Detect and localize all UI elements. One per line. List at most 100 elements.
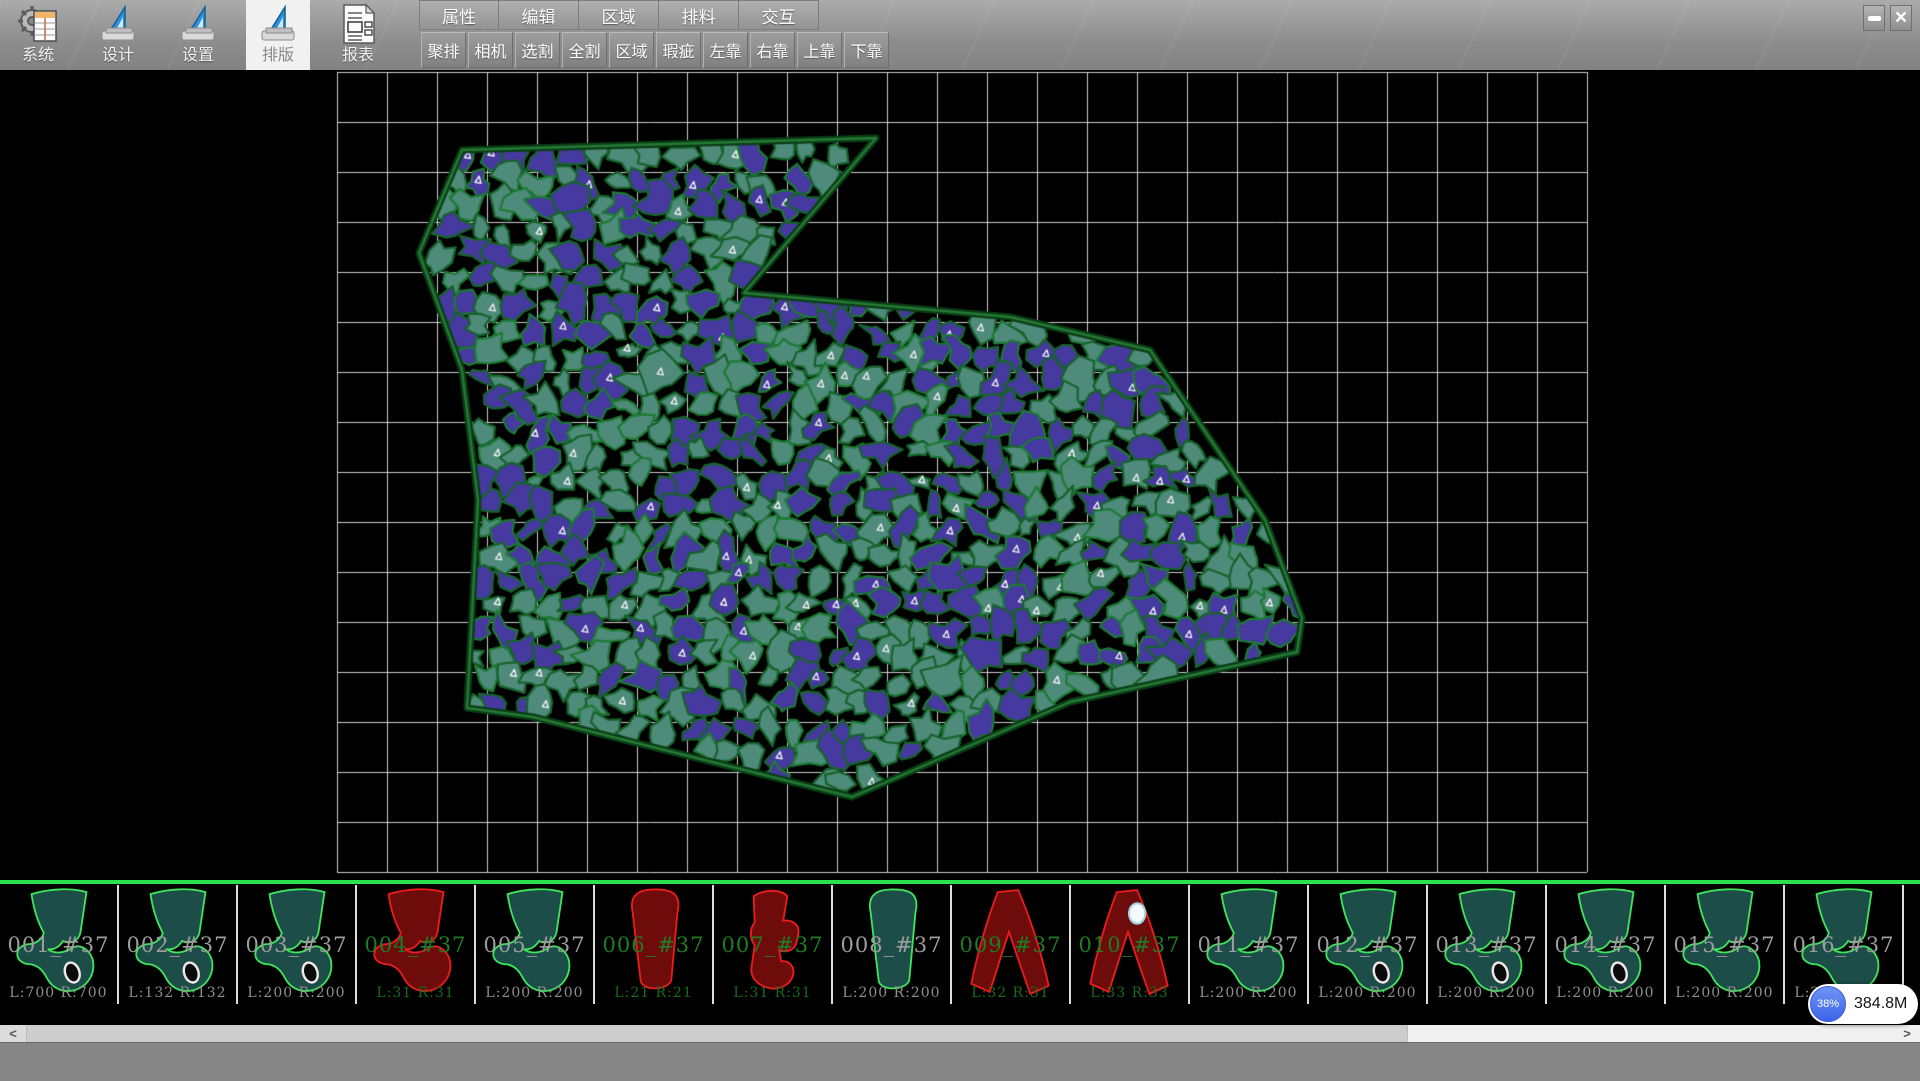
button-align-bottom[interactable]: 下靠 [844,32,889,68]
scroll-left-arrow-icon[interactable]: < [0,1025,26,1042]
horizontal-scrollbar[interactable]: < > [0,1025,1920,1042]
tab-nesting[interactable]: 排料 [659,0,739,30]
titlebar: 系统 设计 设置 [0,0,1920,71]
design-ruler-icon [98,2,138,46]
piece-hole [1129,903,1145,923]
piece-thumbnail[interactable]: 015_#37 L:200 R:200 [1666,885,1785,1004]
piece-id-label: 014_#37 [1547,933,1664,957]
scroll-right-arrow-icon[interactable]: > [1894,1025,1920,1042]
progress-percent-badge: 38% [1810,986,1846,1022]
piece-count-label: L:700 R:700 [0,985,117,1001]
settings-ruler-icon [178,2,218,46]
nesting-workspace [0,70,1920,880]
toolbar-item-nesting[interactable]: 排版 [246,0,310,70]
toolbar-item-label: 设置 [182,46,214,66]
piece-list-strip: 001_#37L:700 R:700002_#37L:132 R:132003_… [0,880,1920,1025]
piece-id-label: 004_#37 [357,933,474,957]
minimize-button[interactable] [1863,5,1885,31]
toolbar-item-label: 排版 [262,46,294,66]
button-align-right[interactable]: 右靠 [750,32,795,68]
piece-thumbnail[interactable]: 010_#37 L:33 R:33 [1071,885,1190,1004]
tab-properties[interactable]: 属性 [419,0,499,30]
button-cut-selected[interactable]: 选割 [515,32,560,68]
toolbar-item-label: 系统 [22,46,54,66]
piece-count-label: L:200 R:200 [238,985,355,1001]
button-align-top[interactable]: 上靠 [797,32,842,68]
piece-count-label: L:132 R:132 [119,985,236,1001]
toolbar-item-design[interactable]: 设计 [86,0,150,70]
piece-count-label: L:200 R:200 [1190,985,1307,1001]
piece-thumbnail[interactable]: 001_#37 L:700 R:700 [0,885,119,1004]
piece-count-label: L:200 R:200 [1547,985,1664,1001]
piece-shape-icon [1913,886,1920,1000]
piece-thumbnail[interactable]: 003_#37 L:200 R:200 [238,885,357,1004]
piece-count-label: L:200 R:200 [1309,985,1426,1001]
piece-id-label: 001_#37 [0,933,117,957]
piece-count-label: L:33 R:33 [1071,985,1188,1001]
piece-thumbnail[interactable]: 004_#37 L:31 R:31 [357,885,476,1004]
piece-thumbnail[interactable]: 012_#37 L:200 R:200 [1309,885,1428,1004]
piece-thumbnail[interactable]: 005_#37 L:200 R:200 [476,885,595,1004]
piece-thumbnail[interactable]: 013_#37 L:200 R:200 [1428,885,1547,1004]
tab-interaction[interactable]: 交互 [739,0,819,30]
piece-id-label: 009_#37 [952,933,1069,957]
piece-thumbnail[interactable]: 011_#37 L:200 R:200 [1190,885,1309,1004]
button-cluster-nest[interactable]: 聚排 [421,32,466,68]
button-cut-all[interactable]: 全割 [562,32,607,68]
button-align-left[interactable]: 左靠 [703,32,748,68]
piece-id-label: 002_#37 [119,933,236,957]
toolbar-item-report[interactable]: 报表 [326,0,390,70]
piece-thumbnail[interactable]: 007_#37 L:31 R:31 [714,885,833,1004]
piece-thumbnail[interactable]: 006_#37 L:21 R:21 [595,885,714,1004]
piece-id-label: 012_#37 [1309,933,1426,957]
window-controls: × [1858,5,1912,31]
piece-count-label: L:32 R:31 [952,985,1069,1001]
piece-id-label: 005_#37 [476,933,593,957]
button-defect[interactable]: 瑕疵 [656,32,701,68]
button-region[interactable]: 区域 [609,32,654,68]
tab-region[interactable]: 区域 [579,0,659,30]
piece-thumbnail[interactable]: 008_#37 L:200 R:200 [833,885,952,1004]
window-bottom-bar [0,1042,1920,1081]
piece-id-label: 006_#37 [595,933,712,957]
nesting-canvas[interactable] [0,70,1920,880]
piece-count-label: L:31 R:31 [357,985,474,1001]
piece-count-label: L:200 R:200 [476,985,593,1001]
piece-id-label: 013_#37 [1428,933,1545,957]
piece-count-label: L:200 R:200 [1428,985,1545,1001]
close-icon: × [1895,8,1907,28]
button-camera[interactable]: 相机 [468,32,513,68]
piece-thumbnail[interactable]: 009_#37 L:32 R:31 [952,885,1071,1004]
piece-id-label: 008_#37 [833,933,950,957]
memory-status-pill: 38% 384.8M [1808,984,1918,1024]
piece-count-label: L:200 R:200 [1666,985,1783,1001]
scrollbar-thumb[interactable] [26,1025,1408,1042]
piece-count-label: L:31 R:31 [714,985,831,1001]
minimize-icon [1868,16,1881,21]
piece-id-label: 010_#37 [1071,933,1188,957]
piece-id-label: 007_#37 [714,933,831,957]
toolbar-item-system[interactable]: 系统 [6,0,70,70]
menu-tabs: 属性 编辑 区域 排料 交互 [419,0,819,30]
piece-id-label: 015_#37 [1666,933,1783,957]
tool-buttons: 聚排 相机 选割 全割 区域 瑕疵 左靠 右靠 上靠 下靠 [421,32,891,68]
piece-thumbnail[interactable]: 014_#37 L:200 R:200 [1547,885,1666,1004]
piece-thumbnails: 001_#37L:700 R:700002_#37L:132 R:132003_… [0,885,1920,1004]
piece-id-label: 016_#37 [1785,933,1902,957]
strip-divider-line [0,880,1920,884]
memory-usage-value: 384.8M [1854,984,1907,1024]
app-toolbar: 系统 设计 设置 [6,0,406,70]
nesting-ruler-icon [258,2,298,46]
close-button[interactable]: × [1890,5,1912,31]
piece-id-label: 003_#37 [238,933,355,957]
system-gear-icon [18,2,58,46]
report-doc-icon [338,2,378,46]
toolbar-item-settings[interactable]: 设置 [166,0,230,70]
piece-count-label: L:200 R:200 [833,985,950,1001]
toolbar-item-label: 设计 [102,46,134,66]
piece-thumbnail[interactable]: 002_#37 L:132 R:132 [119,885,238,1004]
piece-count-label: L:21 R:21 [595,985,712,1001]
tab-edit[interactable]: 编辑 [499,0,579,30]
toolbar-item-label: 报表 [342,46,374,66]
piece-id-label: 011_#37 [1190,933,1307,957]
